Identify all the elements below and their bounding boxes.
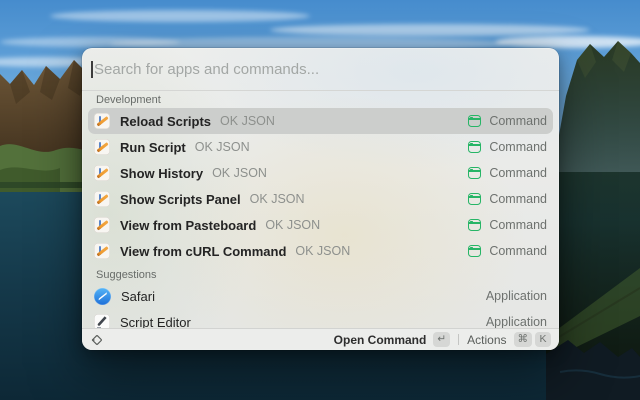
footer-bar: Open Command ↵ Actions ⌘ K: [82, 328, 559, 350]
list-item-show-scripts-panel[interactable]: Show Scripts Panel OK JSON Command: [88, 186, 553, 212]
safari-app-icon: [94, 287, 111, 305]
raycast-logo-icon[interactable]: [90, 333, 104, 347]
command-terminal-icon: [468, 167, 482, 179]
return-key-badge: ↵: [433, 332, 451, 347]
okjson-script-icon: [94, 191, 110, 207]
okjson-script-icon: [94, 139, 110, 155]
actions-label[interactable]: Actions: [467, 333, 506, 347]
command-terminal-icon: [468, 245, 482, 257]
command-terminal-icon: [468, 193, 482, 205]
okjson-script-icon: [94, 243, 110, 259]
command-terminal-icon: [468, 219, 482, 231]
command-terminal-icon: [468, 115, 482, 127]
list-item-safari[interactable]: Safari Application: [88, 283, 553, 309]
desktop: Development Reload Scripts OK JSON Comma…: [0, 0, 640, 400]
launcher-window: Development Reload Scripts OK JSON Comma…: [82, 48, 559, 350]
list-item-reload-scripts[interactable]: Reload Scripts OK JSON Command: [88, 108, 553, 134]
list-item-run-script[interactable]: Run Script OK JSON Command: [88, 134, 553, 160]
list-item-view-from-curl-command[interactable]: View from cURL Command OK JSON Command: [88, 238, 553, 264]
search-input[interactable]: [82, 48, 559, 90]
okjson-script-icon: [94, 113, 110, 129]
okjson-script-icon: [94, 165, 110, 181]
search-bar: [82, 48, 559, 91]
list-item-view-from-pasteboard[interactable]: View from Pasteboard OK JSON Command: [88, 212, 553, 238]
section-header-development: Development: [96, 94, 161, 106]
results-list: Development Reload Scripts OK JSON Comma…: [82, 91, 559, 350]
section-header-suggestions: Suggestions: [96, 269, 157, 281]
k-key-badge: K: [535, 332, 551, 347]
list-item-show-history[interactable]: Show History OK JSON Command: [88, 160, 553, 186]
footer-divider: [458, 334, 460, 345]
command-terminal-icon: [468, 141, 482, 153]
cmd-key-badge: ⌘: [513, 332, 532, 347]
open-command-label[interactable]: Open Command: [334, 333, 427, 347]
okjson-script-icon: [94, 217, 110, 233]
